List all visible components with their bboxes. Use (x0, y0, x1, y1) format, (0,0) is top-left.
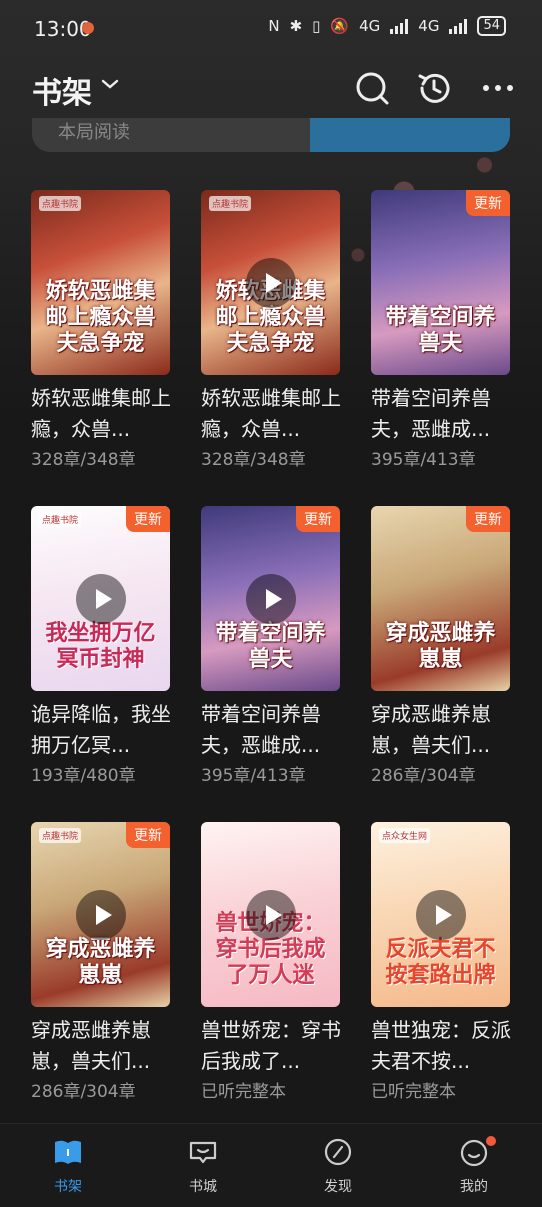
book-card[interactable]: 穿成恶雌养崽崽 更新穿成恶雌养崽崽，兽夫们... 286章/304章 (371, 506, 511, 789)
cover-brand: 点趣书院 (39, 828, 82, 843)
cover-title: 娇软恶雌集邮上瘾众兽夫急争宠 (45, 279, 156, 356)
cover-title: 带着空间养兽夫 (385, 305, 496, 356)
vibrate-icon: ▯ (312, 17, 321, 35)
book-card[interactable]: 兽世娇宠：穿书后我成了万人迷兽世娇宠：穿书后我成了... 已听完整本 (201, 822, 341, 1105)
play-icon[interactable] (245, 573, 296, 624)
cover-brand: 点趣书院 (39, 512, 82, 527)
book-progress: 395章/413章 (371, 450, 476, 470)
nav-bookstore[interactable]: 书城 (153, 1124, 253, 1207)
book-title: 带着空间养兽夫，恶雌成... (371, 386, 491, 441)
book-cover[interactable]: 点趣书院 娇软恶雌集邮上瘾众兽夫急争宠 (201, 190, 340, 375)
bookshelf-icon (55, 1140, 81, 1164)
cover-title: 穿成恶雌养崽崽 (385, 621, 496, 672)
chevron-down-icon[interactable] (100, 74, 120, 94)
book-progress: 328章/348章 (31, 450, 136, 470)
book-progress: 328章/348章 (201, 450, 306, 470)
book-cover[interactable]: 点趣书院我坐拥万亿冥币封神 更新 (31, 506, 170, 691)
book-card[interactable]: 点趣书院穿成恶雌养崽崽 更新穿成恶雌养崽崽，兽夫们... 286章/304章 (31, 822, 171, 1105)
book-cover[interactable]: 点趣书院穿成恶雌养崽崽 更新 (31, 822, 170, 1007)
play-icon[interactable] (75, 889, 126, 940)
more-icon[interactable] (478, 68, 518, 108)
book-progress: 286章/304章 (31, 1082, 136, 1102)
history-icon[interactable] (414, 68, 454, 108)
bluetooth-icon: ✱ (289, 17, 303, 35)
book-card[interactable]: 点众女生网反派夫君不按套路出牌兽世独宠：反派夫君不按... 已听完整本 (371, 822, 511, 1105)
book-title: 娇软恶雌集邮上瘾，众兽... (31, 386, 171, 441)
book-cover[interactable]: 带着空间养兽夫 更新 (371, 190, 510, 375)
app-header: 书架 (0, 58, 542, 118)
book-title: 兽世娇宠：穿书后我成了... (201, 1018, 341, 1073)
book-cover[interactable]: 穿成恶雌养崽崽 更新 (371, 506, 510, 691)
page-title[interactable]: 书架 (32, 68, 92, 112)
cover-title: 反派夫君不按套路出牌 (385, 937, 496, 988)
book-title: 带着空间养兽夫，恶雌成... (201, 702, 321, 757)
reading-banner[interactable]: 本局阅读 (32, 118, 510, 152)
cover-title: 我坐拥万亿冥币封神 (45, 621, 156, 672)
status-bar: 13:00 N ✱ ▯ 🔕 4G 4G 54 (0, 0, 542, 58)
book-card[interactable]: 带着空间养兽夫 更新带着空间养兽夫，恶雌成... 395章/413章 (201, 506, 341, 789)
book-card[interactable]: 点趣书院娇软恶雌集邮上瘾众兽夫急争宠娇软恶雌集邮上瘾，众兽... 328章/348… (31, 190, 171, 473)
play-icon[interactable] (415, 889, 466, 940)
network-type-2: 4G (418, 17, 440, 35)
bottom-navigation: 书架 书城 发现 我的 (0, 1123, 542, 1207)
nav-label-profile: 我的 (460, 1179, 488, 1195)
book-progress: 已听完整本 (201, 1082, 286, 1102)
play-icon[interactable] (245, 889, 296, 940)
notification-dot (486, 1136, 496, 1146)
mute-icon: 🔕 (330, 17, 350, 35)
nav-label-bookstore: 书城 (189, 1179, 217, 1195)
book-card[interactable]: 带着空间养兽夫 更新带着空间养兽夫，恶雌成... 395章/413章 (371, 190, 511, 473)
book-card[interactable]: 点趣书院我坐拥万亿冥币封神 更新诡异降临，我坐拥万亿冥... 193章/480章 (31, 506, 171, 789)
book-cover[interactable]: 带着空间养兽夫 更新 (201, 506, 340, 691)
book-title: 娇软恶雌集邮上瘾，众兽... (201, 386, 341, 441)
search-icon[interactable] (352, 68, 392, 108)
cover-title: 带着空间养兽夫 (215, 621, 326, 672)
book-cover[interactable]: 点众女生网反派夫君不按套路出牌 (371, 822, 510, 1007)
book-cover[interactable]: 兽世娇宠：穿书后我成了万人迷 (201, 822, 340, 1007)
nav-label-bookshelf: 书架 (54, 1179, 82, 1195)
update-badge: 更新 (126, 822, 170, 848)
book-title: 穿成恶雌养崽崽，兽夫们... (371, 702, 491, 757)
book-progress: 286章/304章 (371, 766, 476, 786)
nav-profile[interactable]: 我的 (424, 1124, 524, 1207)
network-type-1: 4G (359, 17, 381, 35)
banner-accent (310, 118, 510, 152)
notification-icon (82, 22, 94, 34)
book-progress: 395章/413章 (201, 766, 306, 786)
update-badge: 更新 (296, 506, 340, 532)
cover-brand: 点趣书院 (39, 196, 82, 211)
signal-icon (390, 18, 409, 34)
cover-brand: 点众女生网 (379, 828, 431, 843)
status-icons: N ✱ ▯ 🔕 4G 4G 54 (268, 16, 506, 36)
book-title: 兽世独宠：反派夫君不按... (371, 1018, 511, 1073)
update-badge: 更新 (466, 190, 510, 216)
play-icon[interactable] (75, 573, 126, 624)
cover-title: 穿成恶雌养崽崽 (45, 937, 156, 988)
cover-brand: 点趣书院 (209, 196, 252, 211)
update-badge: 更新 (126, 506, 170, 532)
nfc-icon: N (268, 17, 280, 35)
book-cover[interactable]: 点趣书院娇软恶雌集邮上瘾众兽夫急争宠 (31, 190, 170, 375)
nav-label-discover: 发现 (324, 1179, 352, 1195)
battery-icon: 54 (477, 16, 506, 36)
play-icon[interactable] (245, 257, 296, 308)
bookstore-icon (189, 1141, 217, 1164)
discover-icon (324, 1138, 352, 1166)
nav-bookshelf[interactable]: 书架 (18, 1124, 118, 1207)
book-title: 诡异降临，我坐拥万亿冥... (31, 702, 171, 757)
book-progress: 193章/480章 (31, 766, 136, 786)
banner-text: 本局阅读 (58, 122, 130, 143)
update-badge: 更新 (466, 506, 510, 532)
nav-discover[interactable]: 发现 (288, 1124, 388, 1207)
signal-icon-2 (449, 18, 468, 34)
book-card[interactable]: 点趣书院 娇软恶雌集邮上瘾众兽夫急争宠娇软恶雌集邮上瘾，众兽... 328章/348… (201, 190, 341, 473)
book-progress: 已听完整本 (371, 1082, 456, 1102)
book-title: 穿成恶雌养崽崽，兽夫们... (31, 1018, 151, 1073)
